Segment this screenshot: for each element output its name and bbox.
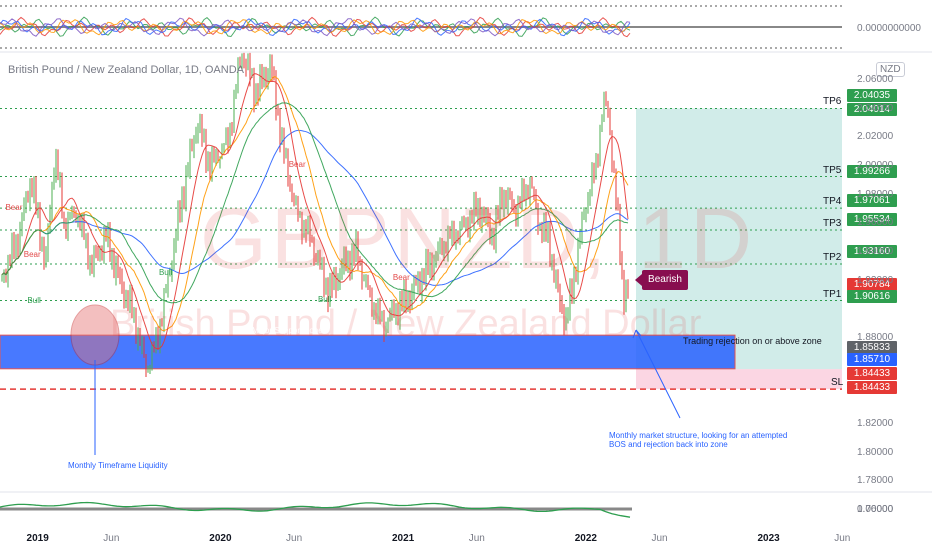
x-tick-label: 2023 <box>757 533 780 544</box>
signal-label-bear: Bear <box>392 273 410 283</box>
x-tick-label: Jun <box>103 533 120 544</box>
level-label-tp6: TP6 <box>823 96 842 108</box>
x-tick-label: 2019 <box>26 533 49 544</box>
x-tick-label: Jun <box>468 533 485 544</box>
price-tag: 1.84433 <box>847 381 897 394</box>
signal-label-bull: Bull <box>27 296 41 306</box>
symbol-watermark-subtitle: British Pound / New Zealand Dollar <box>110 303 702 345</box>
y-tick-label: 2.04000 <box>857 102 894 114</box>
loss-zone[interactable] <box>636 369 842 390</box>
support-zone-label: Major Support Zone <box>252 326 323 335</box>
x-tick-label: Jun <box>286 533 303 544</box>
level-label-tp4: TP4 <box>823 196 842 208</box>
price-tag: 1.84433 <box>847 367 897 380</box>
level-label-sl: SL <box>831 377 844 389</box>
y-tick-label: 1.92000 <box>857 274 894 286</box>
y-tick-label: 1.80000 <box>857 446 894 458</box>
rejection-annotation: Trading rejection on or above zone <box>683 336 822 346</box>
bearish-flag[interactable]: Bearish <box>635 270 688 290</box>
signal-label-bull: Bull <box>317 294 332 304</box>
x-tick-label: 2021 <box>392 533 415 544</box>
price-tag: 2.04035 <box>847 89 897 102</box>
y-tick-label: 2.02000 <box>857 131 894 143</box>
signal-label-bear: Bear <box>288 160 306 169</box>
signal-label-bull: Bull <box>158 267 173 277</box>
level-label-tp1: TP1 <box>823 288 842 300</box>
x-tick-label: Jun <box>651 533 668 544</box>
x-tick-label: 2022 <box>574 533 597 544</box>
signal-label-bear: Bear <box>23 250 41 260</box>
y-tick-label: 1.96000 <box>857 217 894 229</box>
level-label-tp5: TP5 <box>823 164 842 176</box>
signal-label-bear: Bear <box>5 203 23 212</box>
y-tick-label: 1.94000 <box>857 246 894 257</box>
level-label-tp3: TP3 <box>823 218 842 229</box>
y-tick-label: 1.78000 <box>857 475 894 487</box>
y-tick-label: 1.88000 <box>857 332 894 343</box>
y-tick-label: 2.06000 <box>857 74 894 85</box>
oscillator-value-label: 0.0000000000 <box>857 23 921 34</box>
y-tick-label: 2.00000 <box>857 160 894 171</box>
x-tick-label: 2020 <box>209 533 232 544</box>
oscillator-value-label: 0.00000 <box>857 504 894 515</box>
price-tag: 1.85710 <box>847 353 897 366</box>
y-tick-label: 1.98000 <box>857 188 894 200</box>
level-label-tp2: TP2 <box>823 252 842 264</box>
liquidity-annotation: Monthly Timeframe Liquidity <box>68 461 168 470</box>
y-tick-label: 1.82000 <box>857 418 894 429</box>
price-tag: 1.90616 <box>847 290 897 303</box>
x-tick-label: Jun <box>834 533 851 544</box>
structure-annotation: Monthly market structure, looking for an… <box>609 431 788 449</box>
